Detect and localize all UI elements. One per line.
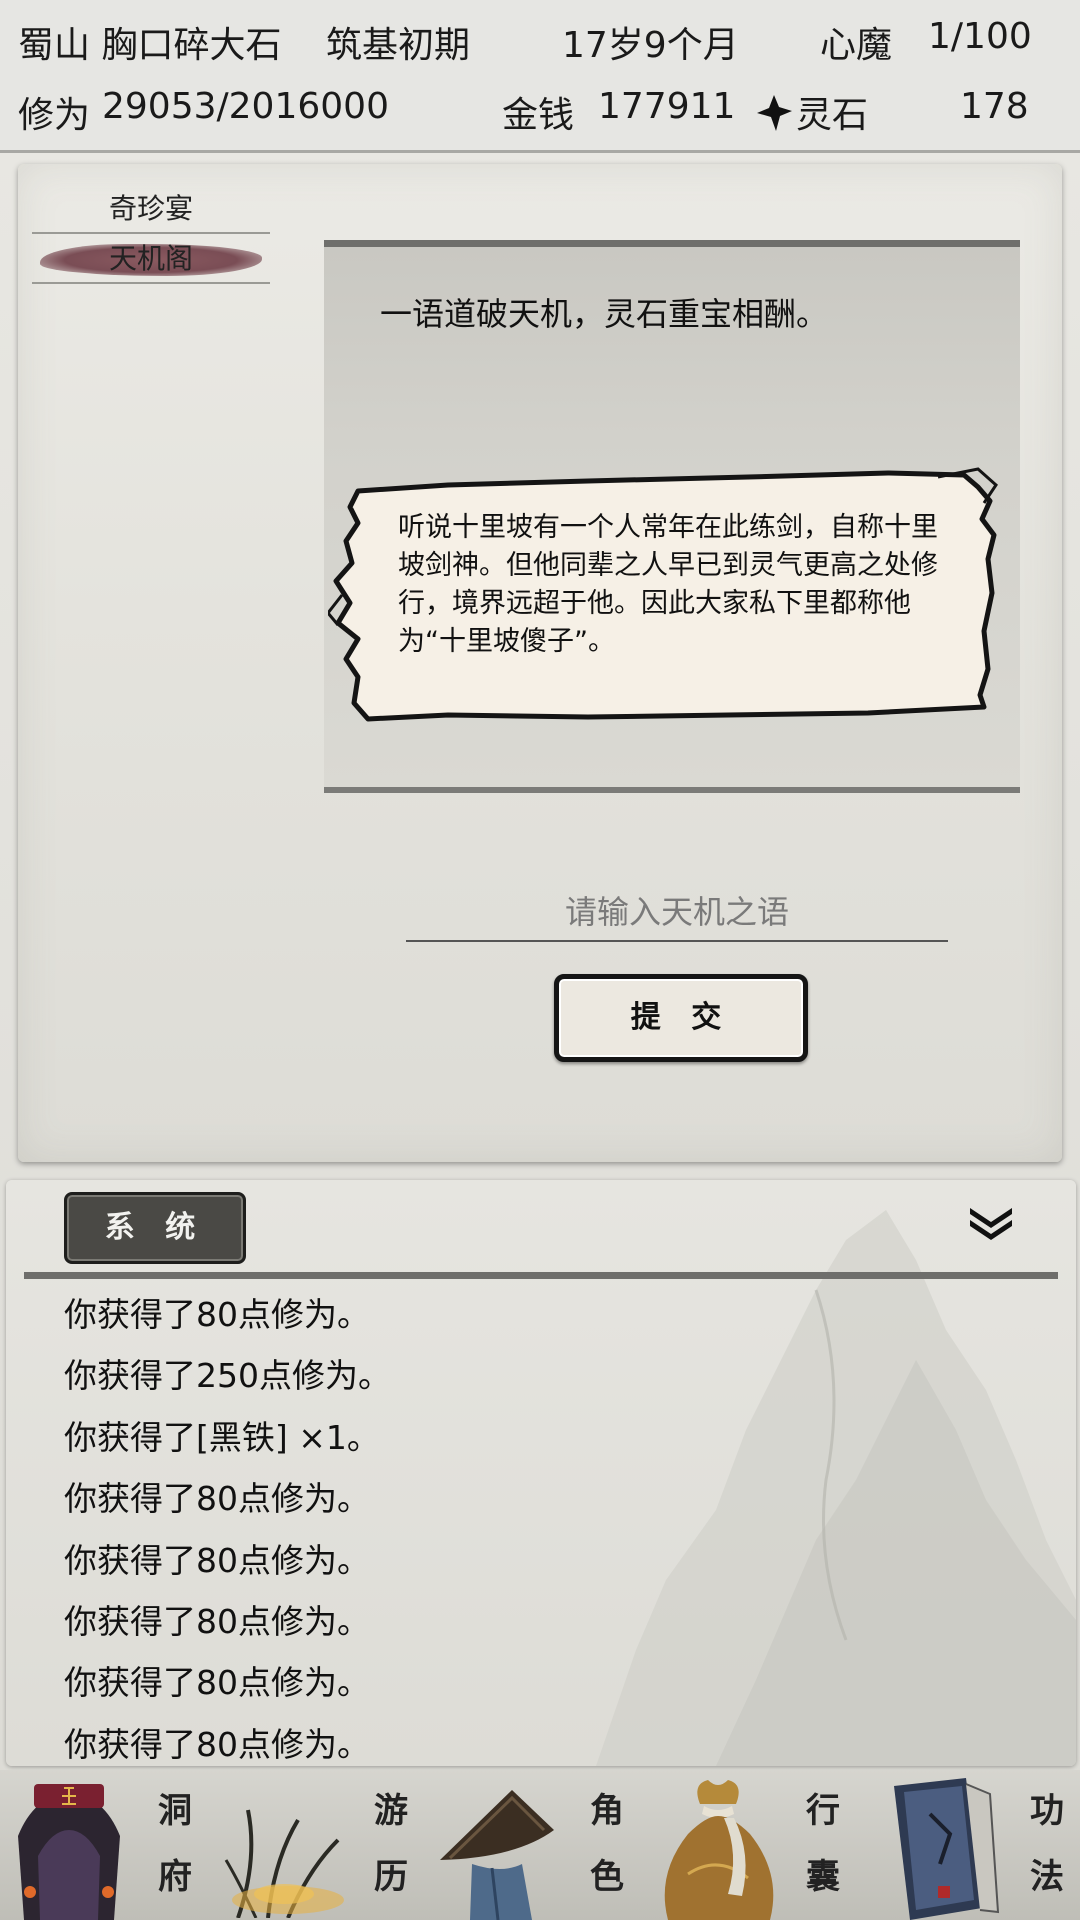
tab-tianji-pavilion[interactable]: 天机阁 <box>32 236 270 284</box>
nav-label-top: 游 <box>374 1791 408 1831</box>
nav-character[interactable]: 角 色 <box>432 1770 648 1920</box>
nav-label-bottom: 色 <box>590 1857 624 1897</box>
nav-label-bottom: 府 <box>158 1857 192 1897</box>
location-label: 蜀山 胸口碎大石 <box>18 25 282 66</box>
cave-dwelling-icon <box>18 1784 120 1920</box>
submit-button[interactable]: 提 交 <box>554 974 808 1062</box>
cultivation-value: 29053/2016000 <box>102 86 389 127</box>
log-list: 你获得了80点修为。 你获得了250点修为。 你获得了[黑铁] ×1。 你获得了… <box>64 1284 391 1766</box>
money-label: 金钱 <box>502 95 575 136</box>
log-entry: 你获得了80点修为。 <box>64 1663 370 1703</box>
ink-mountain-decoration <box>596 1210 1076 1766</box>
tab-label: 奇珍宴 <box>108 192 193 225</box>
cultivation-label: 修为 <box>18 95 91 136</box>
log-entry: 你获得了[黑铁] ×1。 <box>64 1417 380 1457</box>
log-entry: 你获得了250点修为。 <box>64 1356 391 1396</box>
nav-label-top: 角 <box>590 1791 624 1831</box>
spirit-stone-group: 灵石 <box>754 86 868 138</box>
nav-cave-dwelling[interactable]: 洞 府 <box>0 1770 216 1920</box>
log-entry: 你获得了80点修为。 <box>64 1601 370 1641</box>
nav-label-bottom: 囊 <box>806 1857 840 1897</box>
straw-hat-icon <box>440 1790 554 1920</box>
nav-travel[interactable]: 游 历 <box>216 1770 432 1920</box>
log-entry: 你获得了80点修为。 <box>64 1724 370 1764</box>
tab-label: 天机阁 <box>108 242 193 275</box>
realm-label: 筑基初期 <box>326 25 471 66</box>
spirit-stone-label: 灵石 <box>796 95 869 136</box>
status-bar: 蜀山 胸口碎大石 筑基初期 17岁9个月 心魔 1/100 修为 29053/2… <box>0 0 1080 153</box>
nav-label-top: 洞 <box>158 1791 192 1831</box>
spirit-stone-value: 178 <box>960 86 1029 127</box>
bag-icon <box>664 1780 774 1920</box>
nav-label-top: 功 <box>1030 1791 1064 1831</box>
log-divider <box>24 1272 1058 1279</box>
rumor-note: 听说十里坡有一个人常年在此练剑，自称十里坡剑神。但他同辈之人早已到灵气更高之处修… <box>328 463 1008 733</box>
log-entry: 你获得了80点修为。 <box>64 1479 370 1519</box>
tagline: 一语道破天机，灵石重宝相酬。 <box>380 295 829 333</box>
money-value: 177911 <box>598 86 736 127</box>
age-label: 17岁9个月 <box>562 25 739 66</box>
nav-manual[interactable]: 功 法 <box>864 1770 1080 1920</box>
manual-book-icon <box>894 1778 1000 1920</box>
spirit-stone-icon <box>757 95 792 131</box>
tab-system-log[interactable]: 系 统 <box>64 1192 246 1264</box>
tianji-panel: 奇珍宴 天机阁 一语道破天机，灵石重宝相酬。 听说十里坡有一个人常年在此练剑，自… <box>18 164 1062 1162</box>
nav-label-bottom: 历 <box>374 1857 408 1897</box>
nav-label-bottom: 法 <box>1030 1857 1064 1897</box>
nav-label-top: 行 <box>806 1791 840 1831</box>
tab-qizhen-banquet[interactable]: 奇珍宴 <box>32 186 270 234</box>
log-entry: 你获得了80点修为。 <box>64 1540 370 1580</box>
tianji-content: 一语道破天机，灵石重宝相酬。 听说十里坡有一个人常年在此练剑，自称十里坡剑神。但… <box>324 240 1020 793</box>
chevron-double-down-icon[interactable] <box>966 1204 1016 1244</box>
nav-bag[interactable]: 行 囊 <box>648 1770 864 1920</box>
demon-label: 心魔 <box>820 25 893 66</box>
log-entry: 你获得了80点修为。 <box>64 1295 370 1334</box>
rumor-text: 听说十里坡有一个人常年在此练剑，自称十里坡剑神。但他同辈之人早已到灵气更高之处修… <box>398 512 938 657</box>
log-panel: 系 统 你获得了80点修为。 你获得了250点修为。 你获得了[黑铁] ×1。 … <box>6 1180 1076 1766</box>
tianji-input[interactable] <box>406 884 948 942</box>
demon-value: 1/100 <box>928 16 1032 57</box>
travel-grass-icon <box>224 1809 344 1918</box>
bottom-nav: 洞 府 游 历 角 色 行 囊 功 法 <box>0 1770 1080 1920</box>
